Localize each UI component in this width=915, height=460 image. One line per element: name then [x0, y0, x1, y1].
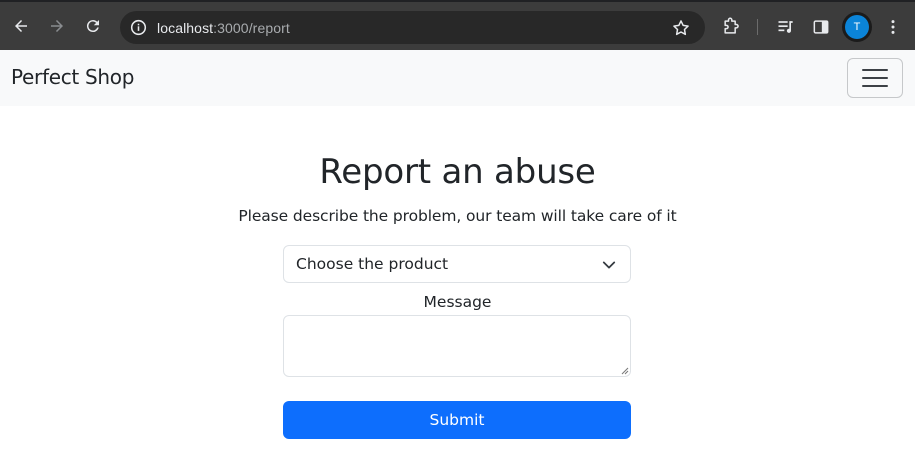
page-subtitle: Please describe the problem, our team wi…	[238, 207, 677, 225]
product-select-value: Choose the product	[296, 255, 449, 273]
browser-toolbar: localhost:3000/report T	[0, 0, 915, 50]
message-label: Message	[423, 293, 492, 311]
back-button[interactable]	[9, 14, 33, 38]
profile-avatar[interactable]: T	[845, 15, 869, 39]
url-text: localhost:3000/report	[157, 20, 290, 36]
reload-icon	[86, 20, 99, 33]
extensions-icon[interactable]	[720, 16, 742, 38]
toolbar-separator	[757, 19, 758, 35]
forward-button[interactable]	[45, 14, 69, 38]
media-controls-icon[interactable]	[775, 16, 797, 38]
brand-link[interactable]: Perfect Shop	[11, 65, 134, 89]
chevron-down-icon	[602, 261, 616, 269]
arrow-left-icon	[15, 20, 27, 32]
side-panel-icon[interactable]	[810, 16, 832, 38]
resize-grip-icon[interactable]	[619, 365, 629, 375]
message-textarea[interactable]	[283, 315, 631, 377]
kebab-menu-icon[interactable]	[882, 16, 904, 38]
navbar-toggler-button[interactable]	[847, 58, 903, 98]
hamburger-icon	[862, 69, 888, 87]
url-path: :3000/report	[213, 19, 290, 36]
arrow-right-icon	[51, 20, 63, 32]
site-navbar: Perfect Shop	[0, 50, 915, 106]
url-host: localhost	[157, 19, 214, 36]
product-select[interactable]: Choose the product	[283, 245, 631, 283]
submit-button[interactable]: Submit	[283, 401, 631, 439]
address-bar[interactable]: localhost:3000/report	[120, 11, 705, 44]
reload-button[interactable]	[81, 14, 105, 38]
report-form-section: Report an abuse Please describe the prob…	[0, 106, 915, 460]
bookmark-star-icon[interactable]	[671, 18, 691, 38]
site-info-icon[interactable]	[128, 18, 148, 38]
page-title: Report an abuse	[319, 152, 596, 192]
